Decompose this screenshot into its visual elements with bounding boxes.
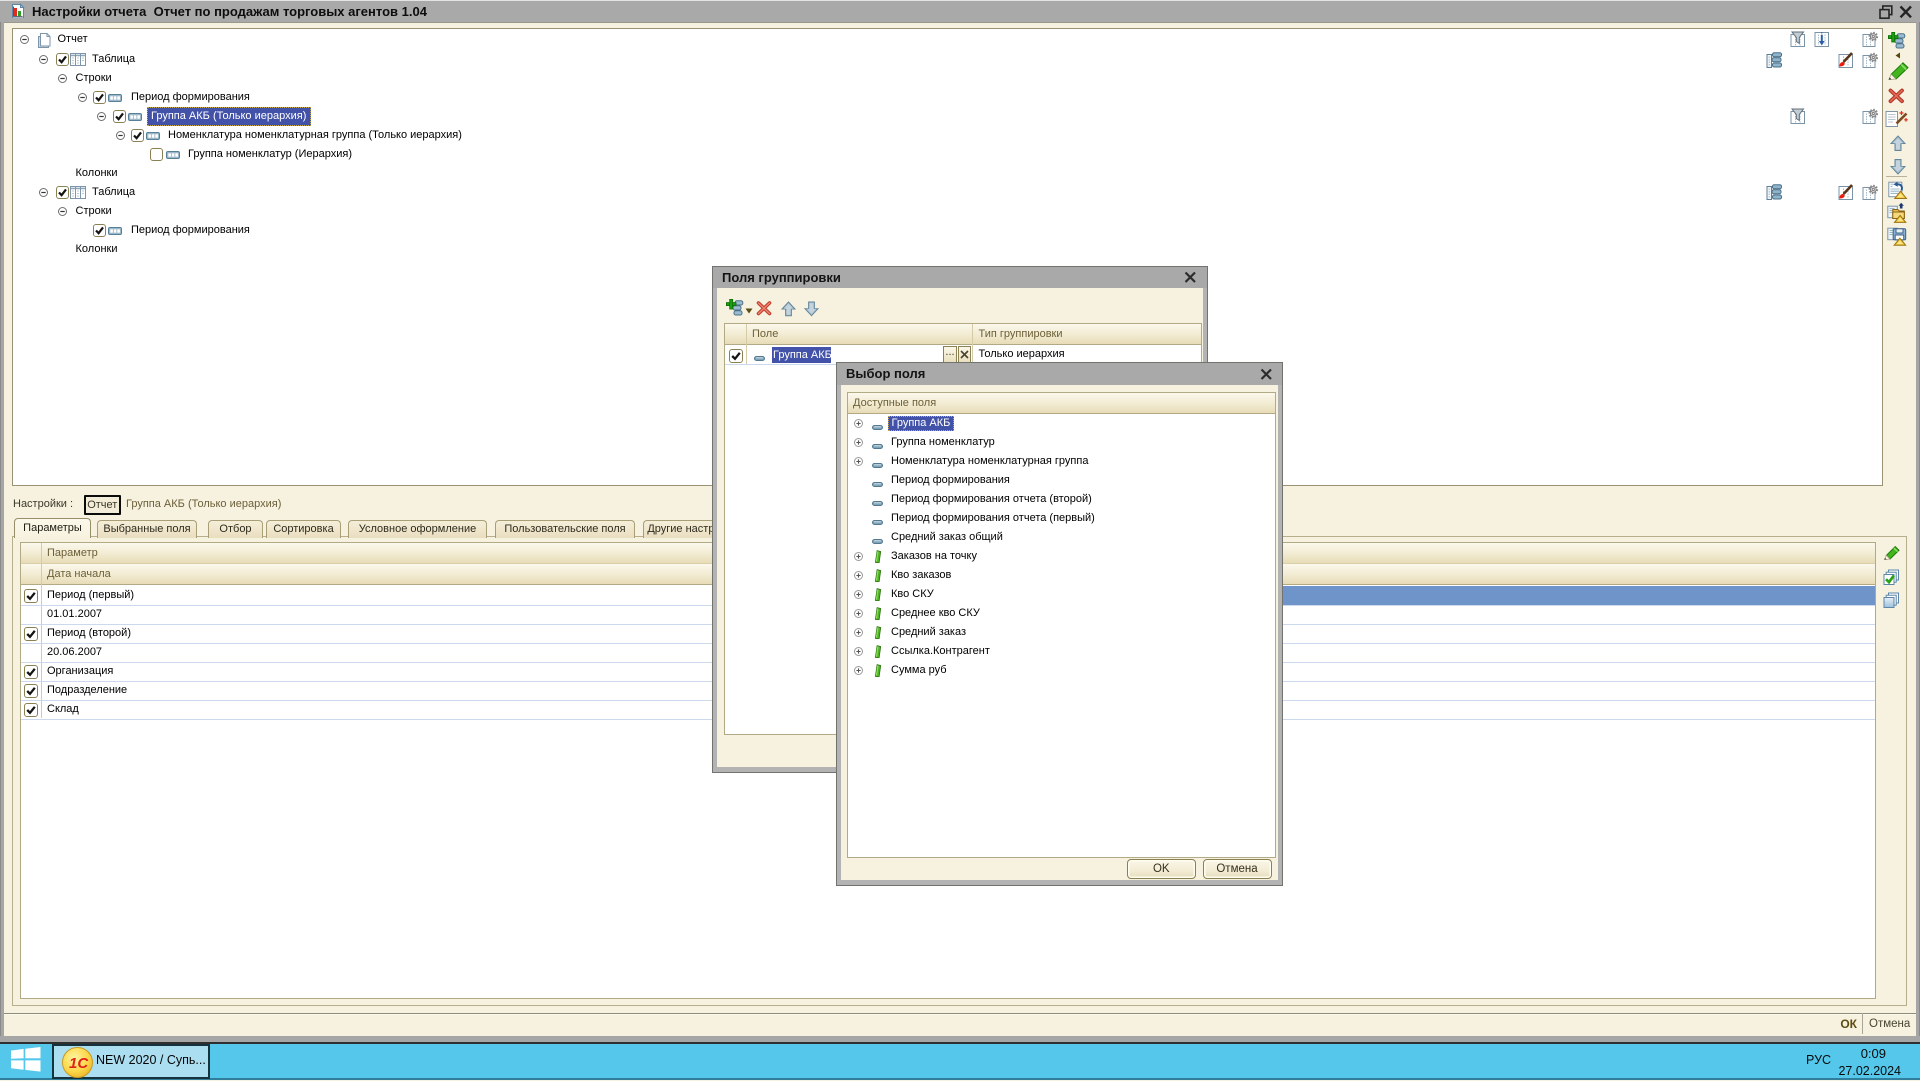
svg-text:1С: 1С <box>69 1055 89 1072</box>
